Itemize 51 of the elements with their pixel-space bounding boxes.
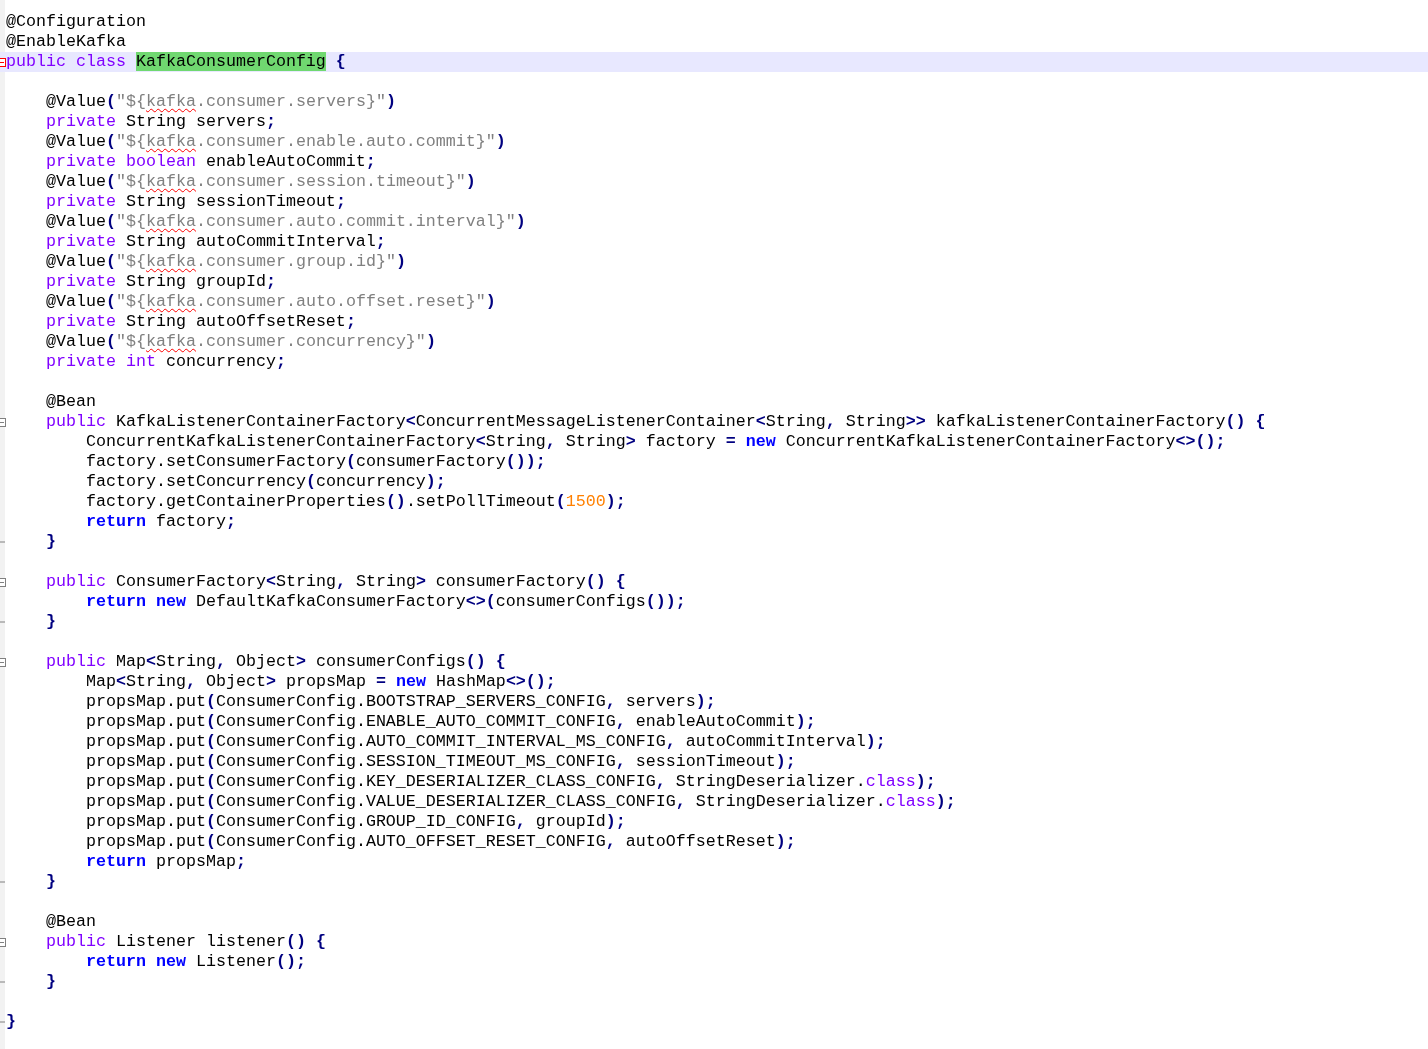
code-line: } — [46, 872, 56, 891]
code-line: @Bean — [46, 912, 96, 931]
code-line: private String sessionTimeout; — [46, 192, 346, 211]
code-line: Map<String, Object> propsMap = new HashMap<>(); — [86, 672, 556, 691]
code-line: @Value("${kafka.consumer.auto.offset.reset}") — [46, 292, 496, 311]
code-line: return new Listener(); — [86, 952, 306, 971]
code-line: private String groupId; — [46, 272, 276, 291]
code-line: private int concurrency; — [46, 352, 286, 371]
code-line: return propsMap; — [86, 852, 246, 871]
code-line: propsMap.put(ConsumerConfig.KEY_DESERIALIZER_CLASS_CONFIG, StringDeserializer.class); — [86, 772, 936, 791]
code-line: private String autoOffsetReset; — [46, 312, 356, 331]
code-line: @Value("${kafka.consumer.session.timeout}") — [46, 172, 476, 191]
code-line: @Value("${kafka.consumer.group.id}") — [46, 252, 406, 271]
code-line: @Value("${kafka.consumer.enable.auto.commit}") — [46, 132, 506, 151]
code-line: ConcurrentKafkaListenerContainerFactory<String, String> factory = new ConcurrentKafkaListenerContainerFactory<>(); — [86, 432, 1226, 451]
code-line: propsMap.put(ConsumerConfig.SESSION_TIMEOUT_MS_CONFIG, sessionTimeout); — [86, 752, 796, 771]
code-line: public ConsumerFactory<String, String> consumerFactory() { — [46, 572, 626, 591]
fold-minus-icon[interactable] — [0, 577, 6, 587]
code-line: private String autoCommitInterval; — [46, 232, 386, 251]
code-line: @Value("${kafka.consumer.servers}") — [46, 92, 396, 111]
code-line: public Listener listener() { — [46, 932, 326, 951]
fold-minus-icon[interactable] — [0, 657, 6, 667]
code-line: private String servers; — [46, 112, 276, 131]
code-line: factory.setConsumerFactory(consumerFactory()); — [86, 452, 546, 471]
code-line: factory.setConcurrency(concurrency); — [86, 472, 446, 491]
code-line: @EnableKafka — [6, 32, 126, 51]
code-line: } — [6, 1012, 16, 1031]
code-line: @Value("${kafka.consumer.concurrency}") — [46, 332, 436, 351]
code-editor[interactable] — [0, 0, 1428, 1049]
code-line: return factory; — [86, 512, 236, 531]
code-line: propsMap.put(ConsumerConfig.GROUP_ID_CONFIG, groupId); — [86, 812, 626, 831]
code-line: @Configuration — [6, 12, 146, 31]
code-line: public class KafkaConsumerConfig { — [6, 52, 346, 71]
code-line: @Bean — [46, 392, 96, 411]
code-line: propsMap.put(ConsumerConfig.AUTO_COMMIT_INTERVAL_MS_CONFIG, autoCommitInterval); — [86, 732, 886, 751]
code-line: propsMap.put(ConsumerConfig.AUTO_OFFSET_RESET_CONFIG, autoOffsetReset); — [86, 832, 796, 851]
fold-minus-icon[interactable] — [0, 57, 6, 67]
code-line: private boolean enableAutoCommit; — [46, 152, 376, 171]
code-line: propsMap.put(ConsumerConfig.BOOTSTRAP_SERVERS_CONFIG, servers); — [86, 692, 716, 711]
code-line: @Value("${kafka.consumer.auto.commit.interval}") — [46, 212, 526, 231]
code-line: return new DefaultKafkaConsumerFactory<>(consumerConfigs()); — [86, 592, 686, 611]
code-line: public KafkaListenerContainerFactory<ConcurrentMessageListenerContainer<String, String>> kafkaListenerContainerFactory() { — [46, 412, 1266, 431]
code-line: propsMap.put(ConsumerConfig.VALUE_DESERIALIZER_CLASS_CONFIG, StringDeserializer.class); — [86, 792, 956, 811]
code-line: public Map<String, Object> consumerConfigs() { — [46, 652, 506, 671]
code-line: } — [46, 532, 56, 551]
code-line: propsMap.put(ConsumerConfig.ENABLE_AUTO_COMMIT_CONFIG, enableAutoCommit); — [86, 712, 816, 731]
code-line: factory.getContainerProperties().setPollTimeout(1500); — [86, 492, 626, 511]
code-line: } — [46, 612, 56, 631]
code-line: } — [46, 972, 56, 991]
fold-minus-icon[interactable] — [0, 417, 6, 427]
fold-minus-icon[interactable] — [0, 937, 6, 947]
